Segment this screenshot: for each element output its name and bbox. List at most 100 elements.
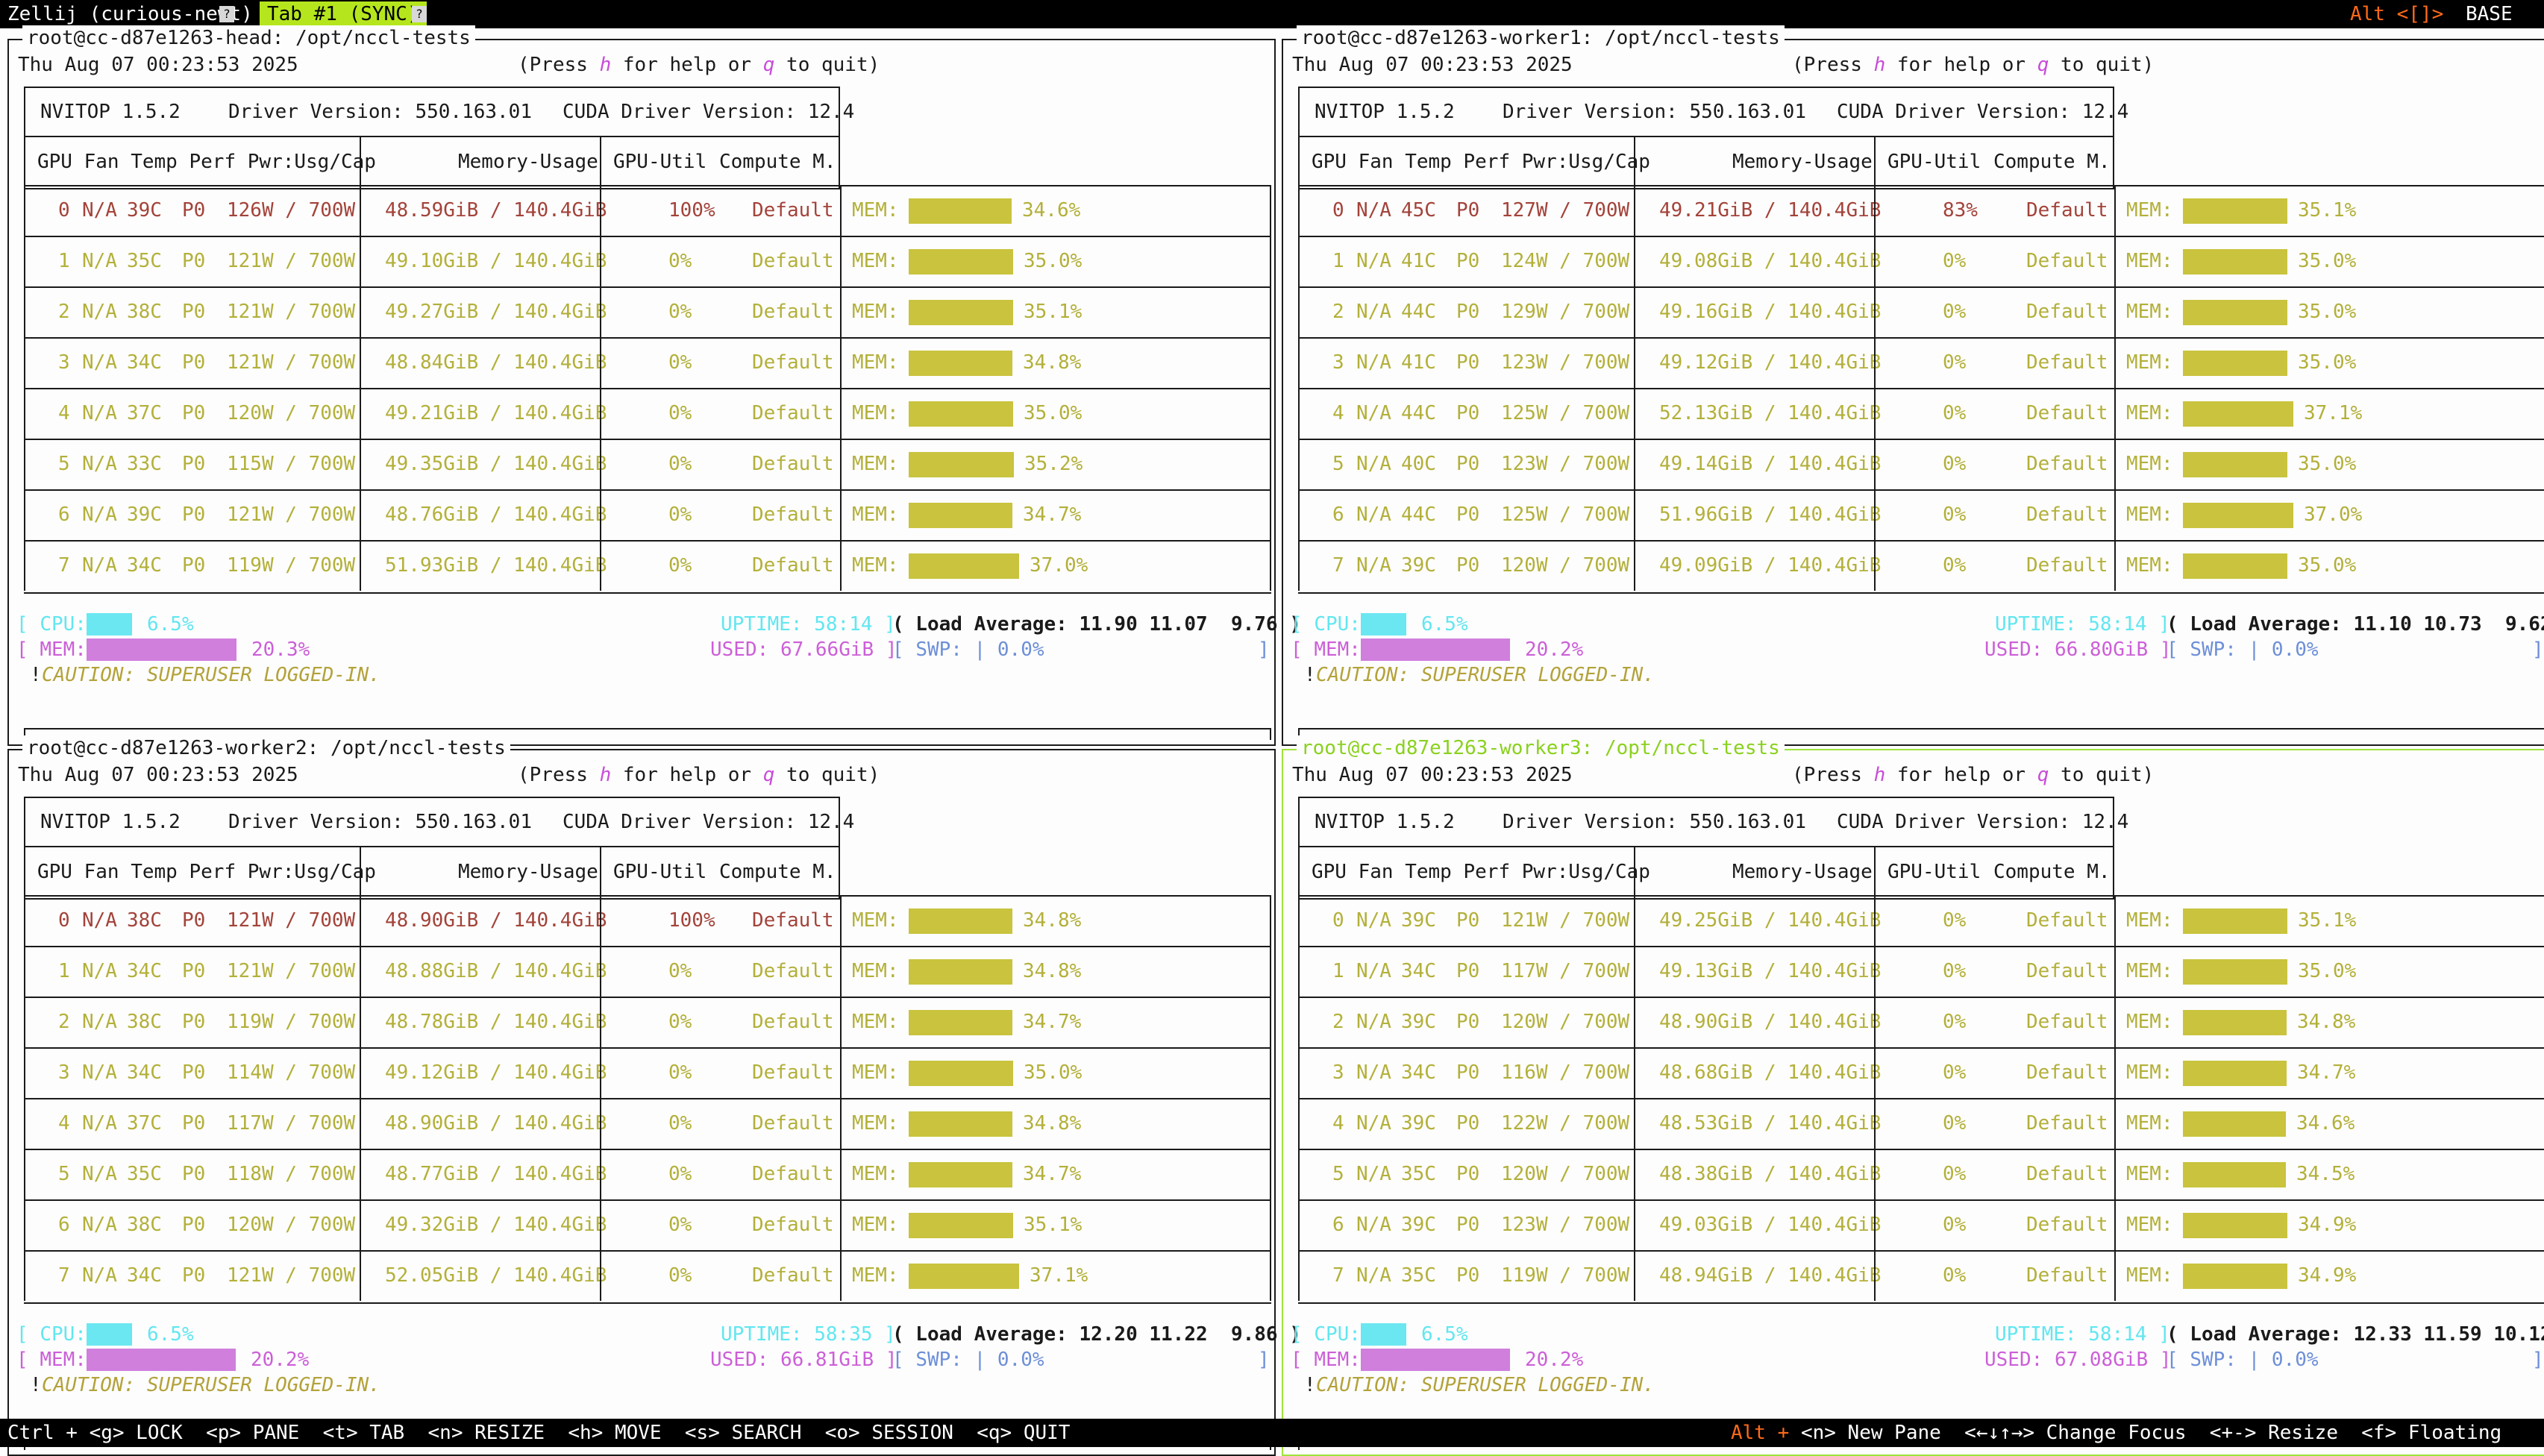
gpu-row[interactable]: 2 N/A 38C P0 121W / 700W 49.27GiB / 140.… xyxy=(24,286,1271,337)
gpu-row[interactable]: 4 N/A 39C P0 122W / 700W 48.53GiB / 140.… xyxy=(1298,1098,2544,1149)
gpu-index: 5 xyxy=(58,1163,70,1185)
help-key: h xyxy=(599,54,612,76)
uptime: UPTIME: 58:35 ] xyxy=(721,1323,896,1346)
cpu-bar xyxy=(1361,613,1406,636)
gpu-row[interactable]: 7 N/A 39C P0 120W / 700W 49.09GiB / 140.… xyxy=(1298,540,2544,591)
gpu-temp: 35C xyxy=(127,1163,162,1185)
terminal-pane-4[interactable]: root@cc-d87e1263-worker3: /opt/nccl-test… xyxy=(1282,735,2544,1456)
terminal-pane-3[interactable]: root@cc-d87e1263-worker2: /opt/nccl-test… xyxy=(7,735,1301,1456)
gpu-row[interactable]: 0 N/A 39C P0 121W / 700W 49.25GiB / 140.… xyxy=(1298,895,2544,946)
mem-label: MEM: xyxy=(2126,453,2173,475)
gpu-compute-mode: Default xyxy=(752,909,834,932)
gpu-row[interactable]: 1 N/A 41C P0 124W / 700W 49.08GiB / 140.… xyxy=(1298,236,2544,286)
gpu-memory-usage: 51.93GiB / 140.4GiB xyxy=(385,554,607,577)
gpu-mem-pct: 34.6% xyxy=(1022,199,1081,222)
help-text: to quit) xyxy=(2049,54,2155,76)
gpu-row[interactable]: 0 N/A 39C P0 126W / 700W 48.59GiB / 140.… xyxy=(24,185,1271,236)
gpu-row[interactable]: 2 N/A 39C P0 120W / 700W 48.90GiB / 140.… xyxy=(1298,997,2544,1047)
mode-indicator[interactable]: BASE xyxy=(2466,1,2513,27)
gpu-util: 0% xyxy=(668,1163,692,1185)
gpu-index: 4 xyxy=(1332,1112,1344,1135)
gpu-row[interactable]: 0 N/A 38C P0 121W / 700W 48.90GiB / 140.… xyxy=(24,895,1271,946)
zellij-status-bar: Ctrl + <g> LOCK <p> PANE <t> TAB <n> RES… xyxy=(0,1419,2544,1447)
gpu-row[interactable]: 3 N/A 34C P0 114W / 700W 49.12GiB / 140.… xyxy=(24,1047,1271,1098)
load-average: ( Load Average: 12.33 11.59 10.12 ) xyxy=(2167,1323,2544,1346)
gpu-fan: N/A xyxy=(82,402,117,424)
gpu-fan: N/A xyxy=(82,1214,117,1236)
gpu-row[interactable]: 3 N/A 34C P0 116W / 700W 48.68GiB / 140.… xyxy=(1298,1047,2544,1098)
gpu-temp: 34C xyxy=(1401,960,1436,982)
gpu-fan: N/A xyxy=(82,1264,117,1287)
gpu-power: 119W / 700W xyxy=(1501,1264,1630,1287)
mem-label: [ MEM: xyxy=(1291,1349,1361,1371)
col-memory: Memory-Usage xyxy=(1732,151,1873,173)
gpu-mem-pct: 35.0% xyxy=(2298,960,2357,982)
used-label: USED: xyxy=(710,638,769,661)
gpu-util: 0% xyxy=(668,250,692,272)
help-text: to quit) xyxy=(2049,764,2155,786)
gpu-row[interactable]: 4 N/A 37C P0 120W / 700W 49.21GiB / 140.… xyxy=(24,388,1271,439)
gpu-memory-usage: 52.13GiB / 140.4GiB xyxy=(1659,402,1882,424)
gpu-row[interactable]: 7 N/A 34C P0 121W / 700W 52.05GiB / 140.… xyxy=(24,1250,1271,1301)
used-label: USED: xyxy=(710,1349,769,1371)
gpu-row[interactable]: 7 N/A 34C P0 119W / 700W 51.93GiB / 140.… xyxy=(24,540,1271,591)
pane-title[interactable]: root@cc-d87e1263-head: /opt/nccl-tests xyxy=(22,25,475,51)
pane-title[interactable]: root@cc-d87e1263-worker1: /opt/nccl-test… xyxy=(1297,25,1785,51)
gpu-index: 1 xyxy=(1332,250,1344,272)
gpu-power: 125W / 700W xyxy=(1501,402,1630,424)
gpu-row[interactable]: 6 N/A 39C P0 121W / 700W 48.76GiB / 140.… xyxy=(24,489,1271,540)
gpu-row[interactable]: 3 N/A 41C P0 123W / 700W 49.12GiB / 140.… xyxy=(1298,337,2544,388)
gpu-temp: 34C xyxy=(1401,1061,1436,1084)
gpu-mem-bar xyxy=(909,1111,1012,1137)
driver-version: Driver Version: 550.163.01 xyxy=(228,811,532,833)
load-average: ( Load Average: 12.20 11.22 9.86 ) xyxy=(892,1323,1301,1346)
gpu-row[interactable]: 2 N/A 44C P0 129W / 700W 49.16GiB / 140.… xyxy=(1298,286,2544,337)
gpu-mem-pct: 35.2% xyxy=(1024,453,1083,475)
cpu-label-text: CPU: xyxy=(1314,1323,1361,1346)
gpu-row[interactable]: 5 N/A 40C P0 123W / 700W 49.14GiB / 140.… xyxy=(1298,439,2544,489)
tab-1-sync[interactable]: Tab #1 (SYNC) xyxy=(260,1,427,27)
gpu-row[interactable]: 7 N/A 35C P0 119W / 700W 48.94GiB / 140.… xyxy=(1298,1250,2544,1301)
gpu-row[interactable]: 1 N/A 35C P0 121W / 700W 49.10GiB / 140.… xyxy=(24,236,1271,286)
gpu-row[interactable]: 0 N/A 45C P0 127W / 700W 49.21GiB / 140.… xyxy=(1298,185,2544,236)
gpu-fan: N/A xyxy=(82,909,117,932)
gpu-row[interactable]: 5 N/A 35C P0 118W / 700W 48.77GiB / 140.… xyxy=(24,1149,1271,1199)
gpu-memory-usage: 49.16GiB / 140.4GiB xyxy=(1659,301,1882,323)
gpu-util: 0% xyxy=(668,1214,692,1236)
gpu-row[interactable]: 2 N/A 38C P0 119W / 700W 48.78GiB / 140.… xyxy=(24,997,1271,1047)
gpu-temp: 39C xyxy=(127,199,162,222)
gpu-row[interactable]: 1 N/A 34C P0 121W / 700W 48.88GiB / 140.… xyxy=(24,946,1271,997)
gpu-row[interactable]: 3 N/A 34C P0 121W / 700W 48.84GiB / 140.… xyxy=(24,337,1271,388)
gpu-row[interactable]: 6 N/A 44C P0 125W / 700W 51.96GiB / 140.… xyxy=(1298,489,2544,540)
quit-key: q xyxy=(2037,54,2049,76)
gpu-mem-bar xyxy=(909,1061,1013,1086)
gpu-power: 114W / 700W xyxy=(227,1061,356,1084)
mem-label: MEM: xyxy=(2126,250,2173,272)
gpu-table: 0 N/A 45C P0 127W / 700W 49.21GiB / 140.… xyxy=(1298,185,2544,594)
gpu-index: 7 xyxy=(1332,554,1344,577)
gpu-row[interactable]: 4 N/A 37C P0 117W / 700W 48.90GiB / 140.… xyxy=(24,1098,1271,1149)
quit-key: q xyxy=(762,764,775,786)
terminal-pane-2[interactable]: root@cc-d87e1263-worker1: /opt/nccl-test… xyxy=(1282,25,2544,746)
pane-title[interactable]: root@cc-d87e1263-worker3: /opt/nccl-test… xyxy=(1297,735,1785,761)
gpu-mem-pct: 35.1% xyxy=(2298,199,2357,222)
pane-title[interactable]: root@cc-d87e1263-worker2: /opt/nccl-test… xyxy=(22,735,510,761)
gpu-fan: N/A xyxy=(82,250,117,272)
gpu-row[interactable]: 6 N/A 39C P0 123W / 700W 49.03GiB / 140.… xyxy=(1298,1199,2544,1250)
gpu-row[interactable]: 6 N/A 38C P0 120W / 700W 49.32GiB / 140.… xyxy=(24,1199,1271,1250)
gpu-row[interactable]: 5 N/A 35C P0 120W / 700W 48.38GiB / 140.… xyxy=(1298,1149,2544,1199)
keybinding-hints-left[interactable]: Ctrl + <g> LOCK <p> PANE <t> TAB <n> RES… xyxy=(7,1420,1070,1446)
gpu-row[interactable]: 5 N/A 33C P0 115W / 700W 49.35GiB / 140.… xyxy=(24,439,1271,489)
gpu-compute-mode: Default xyxy=(2026,1061,2108,1084)
gpu-util: 0% xyxy=(1943,1011,1967,1033)
gpu-row[interactable]: 4 N/A 44C P0 125W / 700W 52.13GiB / 140.… xyxy=(1298,388,2544,439)
gpu-power: 120W / 700W xyxy=(1501,1163,1630,1185)
mem-label: MEM: xyxy=(2126,301,2173,323)
terminal-pane-1[interactable]: root@cc-d87e1263-head: /opt/nccl-tests Th… xyxy=(7,25,1301,746)
caution-bang: ! xyxy=(30,1374,42,1396)
keybinding-hints-right[interactable]: Alt + <n> New Pane <←↓↑→> Change Focus <… xyxy=(1731,1420,2501,1446)
gpu-temp: 34C xyxy=(127,351,162,374)
gpu-row[interactable]: 1 N/A 34C P0 117W / 700W 49.13GiB / 140.… xyxy=(1298,946,2544,997)
gpu-compute-mode: Default xyxy=(752,1061,834,1084)
gpu-compute-mode: Default xyxy=(2026,453,2108,475)
